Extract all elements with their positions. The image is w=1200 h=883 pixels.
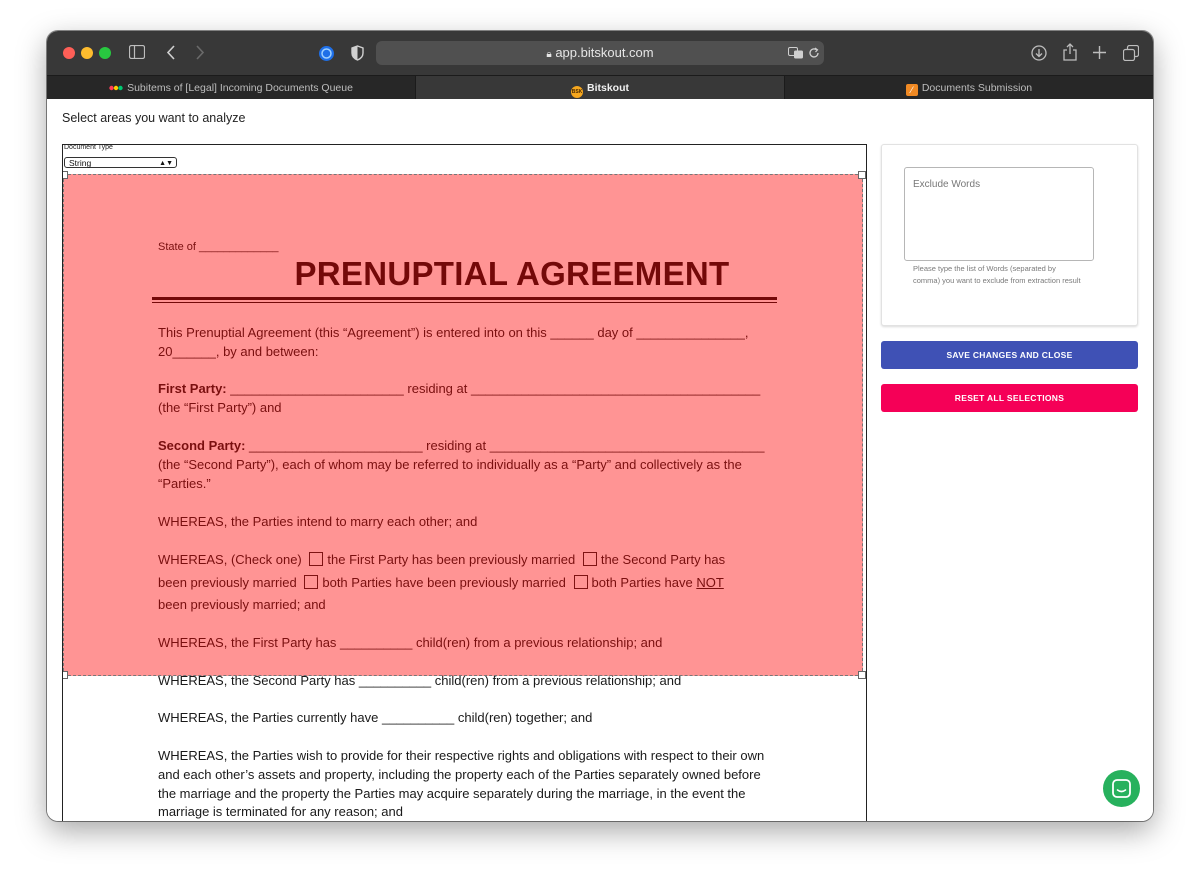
tab-label: Subitems of [Legal] Incoming Documents Q… xyxy=(127,82,353,94)
resize-handle-bottom-left[interactable] xyxy=(63,671,68,679)
document-type-value: String xyxy=(69,158,92,168)
exclude-words-help: Please type the list of Words (separated… xyxy=(913,264,1081,285)
address-bar[interactable]: 🔒︎ app.bitskout.com xyxy=(376,41,824,65)
chat-launcher-button[interactable] xyxy=(1103,770,1140,807)
selection-area[interactable] xyxy=(63,171,866,679)
back-icon[interactable] xyxy=(166,45,176,60)
monday-icon xyxy=(109,85,123,91)
downloads-icon[interactable] xyxy=(1031,45,1047,61)
whereas-rights-3: the marriage and the property the Partie… xyxy=(158,786,746,801)
exclude-words-card: Exclude Words Please type the list of Wo… xyxy=(881,144,1138,326)
tab-monday-queue[interactable]: Subitems of [Legal] Incoming Documents Q… xyxy=(47,76,415,100)
whereas-rights-2: and each other’s assets and property, in… xyxy=(158,767,761,782)
exclude-words-placeholder: Exclude Words xyxy=(913,179,981,190)
reload-icon[interactable] xyxy=(808,47,820,59)
zoom-window-button[interactable] xyxy=(99,47,111,59)
document-type-control: Document Type String ▲▼ xyxy=(63,144,177,169)
form-icon: ⁄ xyxy=(905,84,918,96)
save-changes-button[interactable]: SAVE CHANGES AND CLOSE xyxy=(881,341,1138,369)
document-type-label: Document Type xyxy=(64,144,113,151)
browser-toolbar: 🔒︎ app.bitskout.com xyxy=(47,31,1153,75)
page-title: Select areas you want to analyze xyxy=(62,111,246,125)
lock-icon: 🔒︎ xyxy=(546,49,552,60)
document-viewer[interactable]: Document Type String ▲▼ State of _______… xyxy=(62,144,867,821)
url-text: app.bitskout.com xyxy=(555,45,654,60)
tab-documents-submission[interactable]: ⁄ Documents Submission xyxy=(785,76,1153,100)
resize-handle-top-right[interactable] xyxy=(858,171,866,179)
forward-icon[interactable] xyxy=(195,45,205,60)
tab-bitskout[interactable]: BSK Bitskout xyxy=(416,76,784,100)
whereas-rights-1: WHEREAS, the Parties wish to provide for… xyxy=(158,748,765,763)
chat-icon xyxy=(1112,779,1131,798)
exclude-words-input[interactable]: Exclude Words xyxy=(904,167,1094,261)
tab-label: Documents Submission xyxy=(921,82,1033,94)
bitskout-logo-icon: BSK xyxy=(571,86,583,98)
share-icon[interactable] xyxy=(1063,43,1077,61)
extension-blue-icon[interactable] xyxy=(318,45,335,62)
privacy-shield-icon[interactable] xyxy=(351,45,364,61)
browser-window: 🔒︎ app.bitskout.com Subitems of [Legal] … xyxy=(47,31,1153,821)
sidebar-toggle-icon[interactable] xyxy=(129,45,145,59)
close-window-button[interactable] xyxy=(63,47,75,59)
select-arrows-icon: ▲▼ xyxy=(159,160,173,167)
tab-overview-icon[interactable] xyxy=(1123,45,1139,61)
document-type-select[interactable]: String ▲▼ xyxy=(64,157,177,168)
translate-icon[interactable] xyxy=(788,47,804,59)
resize-handle-bottom-right[interactable] xyxy=(858,671,866,679)
new-tab-icon[interactable] xyxy=(1093,46,1106,59)
tab-bar: Subitems of [Legal] Incoming Documents Q… xyxy=(47,75,1153,100)
whereas-together: WHEREAS, the Parties currently have ____… xyxy=(158,710,593,725)
whereas-rights-4: marriage is terminated for any reason; a… xyxy=(158,804,403,819)
minimize-window-button[interactable] xyxy=(81,47,93,59)
tab-label: Bitskout xyxy=(587,82,629,94)
resize-handle-top-left[interactable] xyxy=(63,171,68,179)
app-content: Select areas you want to analyze Documen… xyxy=(47,99,1153,821)
reset-selections-button[interactable]: RESET ALL SELECTIONS xyxy=(881,384,1138,412)
